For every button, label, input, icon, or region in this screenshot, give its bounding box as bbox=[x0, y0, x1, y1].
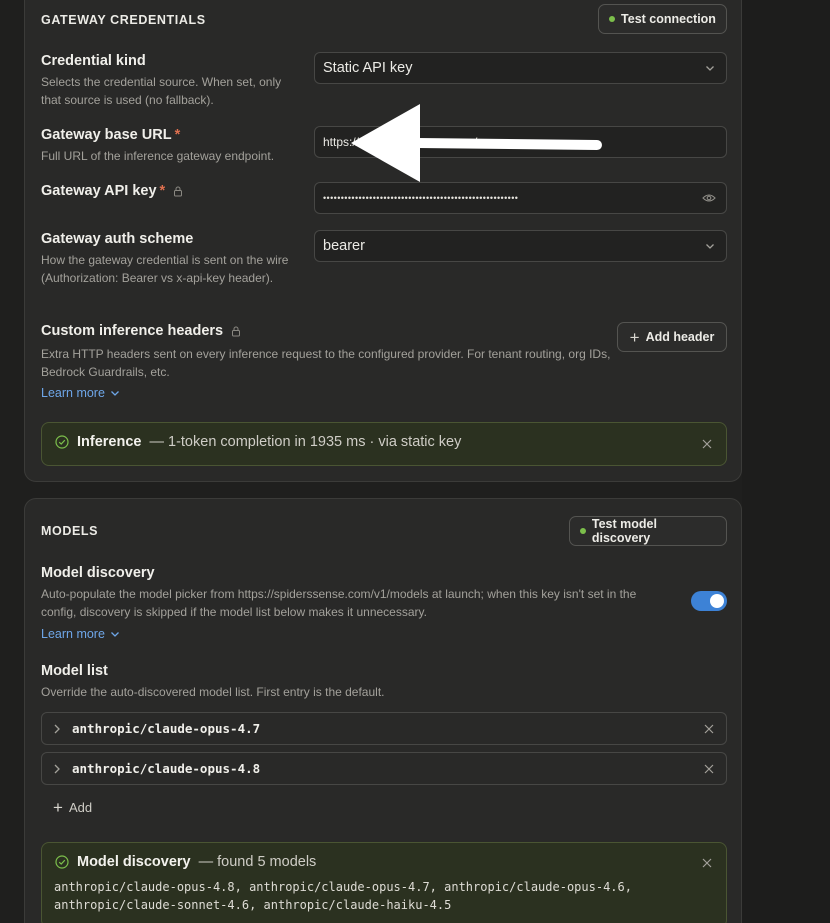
inference-result-title: Inference — 1-token completion in 1935 m… bbox=[55, 434, 461, 450]
lock-icon bbox=[174, 186, 183, 197]
api-key-label-text: Gateway API key bbox=[41, 183, 157, 199]
discovered-models-line: anthropic/claude-sonnet-4.6, anthropic/c… bbox=[54, 898, 452, 912]
model-list-help: Override the auto-discovered model list.… bbox=[41, 685, 385, 699]
test-model-discovery-button[interactable]: Test model discovery bbox=[569, 516, 727, 546]
right-gutter bbox=[742, 0, 830, 923]
plus-icon: + bbox=[629, 327, 640, 347]
auth-scheme-value: bearer bbox=[323, 238, 365, 254]
toggle-knob bbox=[710, 594, 724, 608]
model-name: anthropic/claude-opus-4.7 bbox=[72, 721, 261, 736]
model-discovery-result-banner: Model discovery — found 5 models anthrop… bbox=[41, 842, 727, 923]
chevron-down-icon bbox=[706, 66, 714, 71]
close-icon[interactable] bbox=[700, 856, 714, 870]
credential-kind-select[interactable]: Static API key bbox=[314, 52, 727, 84]
model-discovery-result-title: Model discovery — found 5 models bbox=[55, 854, 316, 870]
model-discovery-result-detail: — found 5 models bbox=[198, 854, 317, 870]
model-list-item[interactable]: anthropic/claude-opus-4.8 bbox=[41, 752, 727, 785]
model-discovery-help: Auto-populate the model picker from http… bbox=[41, 587, 637, 619]
chevron-down-icon bbox=[706, 244, 714, 249]
test-model-discovery-label: Test model discovery bbox=[591, 517, 657, 545]
check-circle-icon bbox=[55, 435, 69, 449]
lock-icon bbox=[232, 326, 241, 337]
model-list-label: Model list bbox=[41, 663, 108, 679]
add-model-button[interactable]: + Add bbox=[53, 799, 92, 816]
auth-scheme-help: How the gateway credential is sent on th… bbox=[41, 253, 289, 285]
test-connection-label: Test connection bbox=[621, 12, 716, 26]
settings-page: GATEWAY CREDENTIALS Test connection Cred… bbox=[0, 0, 830, 923]
learn-more-label: Learn more bbox=[41, 627, 105, 641]
required-marker: * bbox=[174, 127, 181, 143]
status-dot-icon bbox=[580, 528, 586, 534]
api-key-value: ••••••••••••••••••••••••••••••••••••••••… bbox=[323, 193, 519, 203]
base-url-input[interactable]: https:// / bbox=[314, 126, 727, 158]
auth-scheme-select[interactable]: bearer bbox=[314, 230, 727, 262]
chevron-right-icon[interactable] bbox=[52, 763, 62, 775]
learn-more-link[interactable]: Learn more bbox=[41, 386, 121, 400]
base-url-scheme: https:// bbox=[323, 135, 360, 149]
close-icon[interactable] bbox=[702, 722, 716, 736]
gateway-credentials-card: GATEWAY CREDENTIALS Test connection Cred… bbox=[24, 0, 742, 482]
models-card: MODELS Test model discovery Model discov… bbox=[24, 498, 742, 923]
base-url-help: Full URL of the inference gateway endpoi… bbox=[41, 149, 275, 163]
inference-result-banner: Inference — 1-token completion in 1935 m… bbox=[41, 422, 727, 466]
custom-headers-label-text: Custom inference headers bbox=[41, 323, 224, 339]
model-discovery-result-name: Model discovery bbox=[77, 854, 191, 870]
section-title-gateway: GATEWAY CREDENTIALS bbox=[41, 13, 206, 27]
discovered-models-list: anthropic/claude-opus-4.8, anthropic/cla… bbox=[54, 878, 714, 914]
discovered-models-line: anthropic/claude-opus-4.8, anthropic/cla… bbox=[54, 880, 632, 894]
learn-more-link[interactable]: Learn more bbox=[41, 627, 121, 641]
model-name: anthropic/claude-opus-4.8 bbox=[72, 761, 261, 776]
chevron-right-icon[interactable] bbox=[52, 723, 62, 735]
custom-headers-help: Extra HTTP headers sent on every inferen… bbox=[41, 347, 611, 379]
credential-kind-value: Static API key bbox=[323, 60, 413, 76]
auth-scheme-label: Gateway auth scheme bbox=[41, 231, 194, 247]
status-dot-icon bbox=[609, 16, 616, 22]
base-url-label: Gateway base URL * bbox=[41, 127, 180, 143]
base-url-value: https:// / bbox=[323, 135, 716, 149]
api-key-label: Gateway API key * bbox=[41, 183, 183, 199]
eye-icon[interactable] bbox=[702, 193, 716, 203]
chevron-down-icon bbox=[110, 632, 119, 637]
credential-kind-label: Credential kind bbox=[41, 53, 146, 69]
base-url-tail: / bbox=[474, 135, 478, 149]
inference-result-detail: — 1-token completion in 1935 ms · via st… bbox=[149, 434, 462, 450]
model-list-item[interactable]: anthropic/claude-opus-4.7 bbox=[41, 712, 727, 745]
test-connection-button[interactable]: Test connection bbox=[598, 4, 727, 34]
learn-more-label: Learn more bbox=[41, 386, 105, 400]
plus-icon: + bbox=[53, 798, 63, 817]
add-header-button[interactable]: + Add header bbox=[617, 322, 727, 352]
required-marker: * bbox=[159, 183, 166, 199]
check-circle-icon bbox=[55, 855, 69, 869]
chevron-down-icon bbox=[110, 391, 119, 396]
add-model-label: Add bbox=[68, 800, 93, 815]
model-discovery-toggle[interactable] bbox=[691, 591, 727, 611]
close-icon[interactable] bbox=[700, 437, 714, 451]
section-title-models: MODELS bbox=[41, 524, 99, 538]
inference-result-name: Inference bbox=[77, 434, 142, 450]
close-icon[interactable] bbox=[702, 762, 716, 776]
credential-kind-help: Selects the credential source. When set,… bbox=[41, 75, 282, 107]
api-key-input[interactable]: ••••••••••••••••••••••••••••••••••••••••… bbox=[314, 182, 727, 214]
custom-headers-label: Custom inference headers bbox=[41, 323, 241, 339]
add-header-label: Add header bbox=[645, 330, 715, 344]
base-url-label-text: Gateway base URL bbox=[41, 127, 172, 143]
model-discovery-label: Model discovery bbox=[41, 565, 155, 581]
